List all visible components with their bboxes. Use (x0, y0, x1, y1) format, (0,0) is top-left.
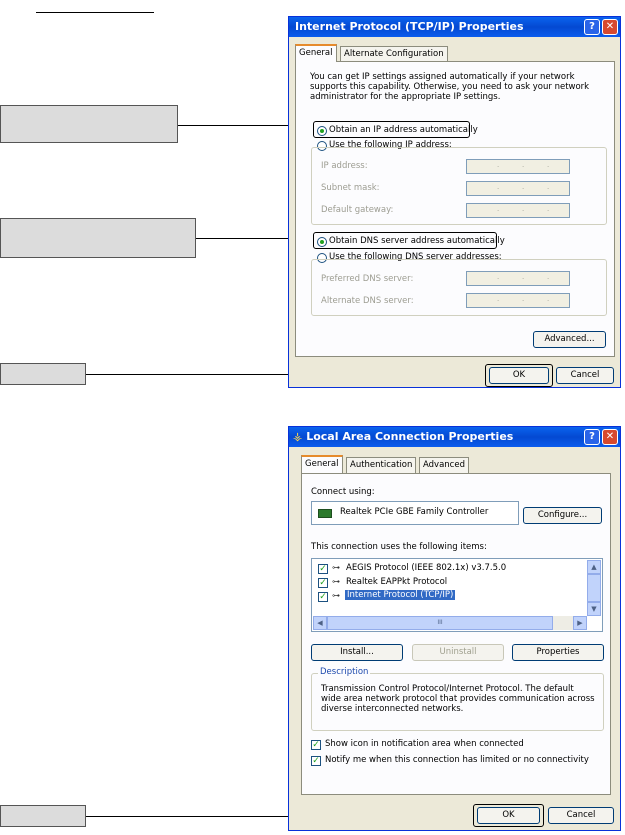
callout-box-dns (0, 218, 196, 258)
callout-box-ok-top (0, 363, 86, 385)
scroll-left-arrow[interactable]: ◀ (313, 616, 327, 630)
tcpip-titlebar[interactable]: Internet Protocol (TCP/IP) Properties ? … (289, 17, 620, 37)
configure-button[interactable]: Configure... (523, 507, 602, 524)
tcpip-title: Internet Protocol (TCP/IP) Properties (295, 20, 524, 33)
callout-box-ok-bottom (0, 805, 86, 827)
close-button[interactable]: ✕ (602, 19, 618, 35)
install-button[interactable]: Install... (311, 644, 403, 661)
tab-alternate-configuration[interactable]: Alternate Configuration (340, 46, 448, 62)
item-label: AEGIS Protocol (IEEE 802.1x) v3.7.5.0 (346, 563, 507, 573)
lac-title: ⚶ Local Area Connection Properties (293, 430, 514, 443)
callout-box-ip (0, 105, 178, 143)
checkbox-notify[interactable]: ✓ (311, 756, 321, 766)
components-list[interactable]: ✓ ⊶ AEGIS Protocol (IEEE 802.1x) v3.7.5.… (311, 558, 603, 632)
preferred-dns-field: ... (466, 271, 570, 286)
checkbox-show-icon[interactable]: ✓ (311, 740, 321, 750)
highlight-lac-ok (473, 804, 544, 827)
adapter-name: Realtek PCIe GBE Family Controller (340, 507, 489, 517)
notify-label[interactable]: Notify me when this connection has limit… (325, 755, 589, 765)
adapter-field: Realtek PCIe GBE Family Controller (311, 501, 519, 525)
checkbox-tcpip[interactable]: ✓ (318, 592, 328, 602)
lac-titlebar[interactable]: ⚶ Local Area Connection Properties ? ✕ (289, 427, 620, 447)
top-rule (36, 12, 154, 13)
ip-address-label: IP address: (321, 161, 368, 171)
advanced-button[interactable]: Advanced... (533, 331, 606, 348)
vertical-scroll-thumb[interactable] (587, 574, 601, 602)
scroll-up-arrow[interactable]: ▲ (587, 560, 601, 574)
tab-general[interactable]: General (295, 44, 337, 62)
lac-help-button[interactable]: ? (584, 429, 600, 445)
list-item-realtek-eappkt[interactable]: ✓ ⊶ Realtek EAPPkt Protocol (316, 577, 576, 589)
lac-properties-dialog: ⚶ Local Area Connection Properties ? ✕ G… (288, 426, 621, 831)
list-item-tcpip[interactable]: ✓ ⊶ Internet Protocol (TCP/IP) (316, 590, 576, 603)
highlight-ok (485, 364, 553, 387)
highlight-auto-ip (313, 121, 470, 138)
cancel-button[interactable]: Cancel (556, 367, 614, 384)
lac-tab-general[interactable]: General (301, 455, 343, 473)
tcpip-general-panel: You can get IP settings assigned automat… (295, 61, 615, 357)
list-item-aegis[interactable]: ✓ ⊶ AEGIS Protocol (IEEE 802.1x) v3.7.5.… (316, 563, 576, 575)
description-legend: Description (318, 667, 371, 677)
item-label-selected: Internet Protocol (TCP/IP) (345, 590, 456, 600)
lac-tab-advanced[interactable]: Advanced (419, 457, 469, 473)
default-gateway-label: Default gateway: (321, 205, 394, 215)
scroll-right-arrow[interactable]: ▶ (573, 616, 587, 630)
lac-general-panel: Connect using: Realtek PCIe GBE Family C… (301, 473, 611, 795)
connect-using-label: Connect using: (311, 487, 375, 497)
horizontal-scrollbar[interactable]: ◀ III ▶ (313, 616, 587, 630)
subnet-mask-field: ... (466, 181, 570, 196)
alternate-dns-label: Alternate DNS server: (321, 296, 414, 306)
items-label: This connection uses the following items… (311, 542, 487, 552)
properties-button[interactable]: Properties (512, 644, 604, 661)
checkbox-realtek-eappkt[interactable]: ✓ (318, 578, 328, 588)
lac-tab-authentication[interactable]: Authentication (346, 457, 417, 473)
description-text: Transmission Control Protocol/Internet P… (321, 684, 595, 714)
default-gateway-field: ... (466, 203, 570, 218)
network-icon: ⚶ (293, 430, 303, 443)
tcpip-properties-dialog: Internet Protocol (TCP/IP) Properties ? … (288, 16, 621, 388)
intro-text: You can get IP settings assigned automat… (310, 72, 590, 102)
preferred-dns-label: Preferred DNS server: (321, 274, 414, 284)
scroll-down-arrow[interactable]: ▼ (587, 602, 601, 616)
help-button[interactable]: ? (584, 19, 600, 35)
ip-address-field: ... (466, 159, 570, 174)
horizontal-scroll-thumb[interactable]: III (327, 616, 553, 630)
lac-cancel-button[interactable]: Cancel (548, 807, 614, 824)
uninstall-button: Uninstall (412, 644, 504, 661)
protocol-icon: ⊶ (332, 577, 340, 586)
alternate-dns-field: ... (466, 293, 570, 308)
checkbox-aegis[interactable]: ✓ (318, 564, 328, 574)
lac-close-button[interactable]: ✕ (602, 429, 618, 445)
show-icon-label[interactable]: Show icon in notification area when conn… (325, 739, 524, 749)
nic-icon (318, 509, 332, 518)
protocol-icon: ⊶ (332, 591, 340, 600)
highlight-auto-dns (313, 232, 497, 249)
item-label: Realtek EAPPkt Protocol (346, 577, 448, 587)
subnet-mask-label: Subnet mask: (321, 183, 380, 193)
protocol-icon: ⊶ (332, 563, 340, 572)
